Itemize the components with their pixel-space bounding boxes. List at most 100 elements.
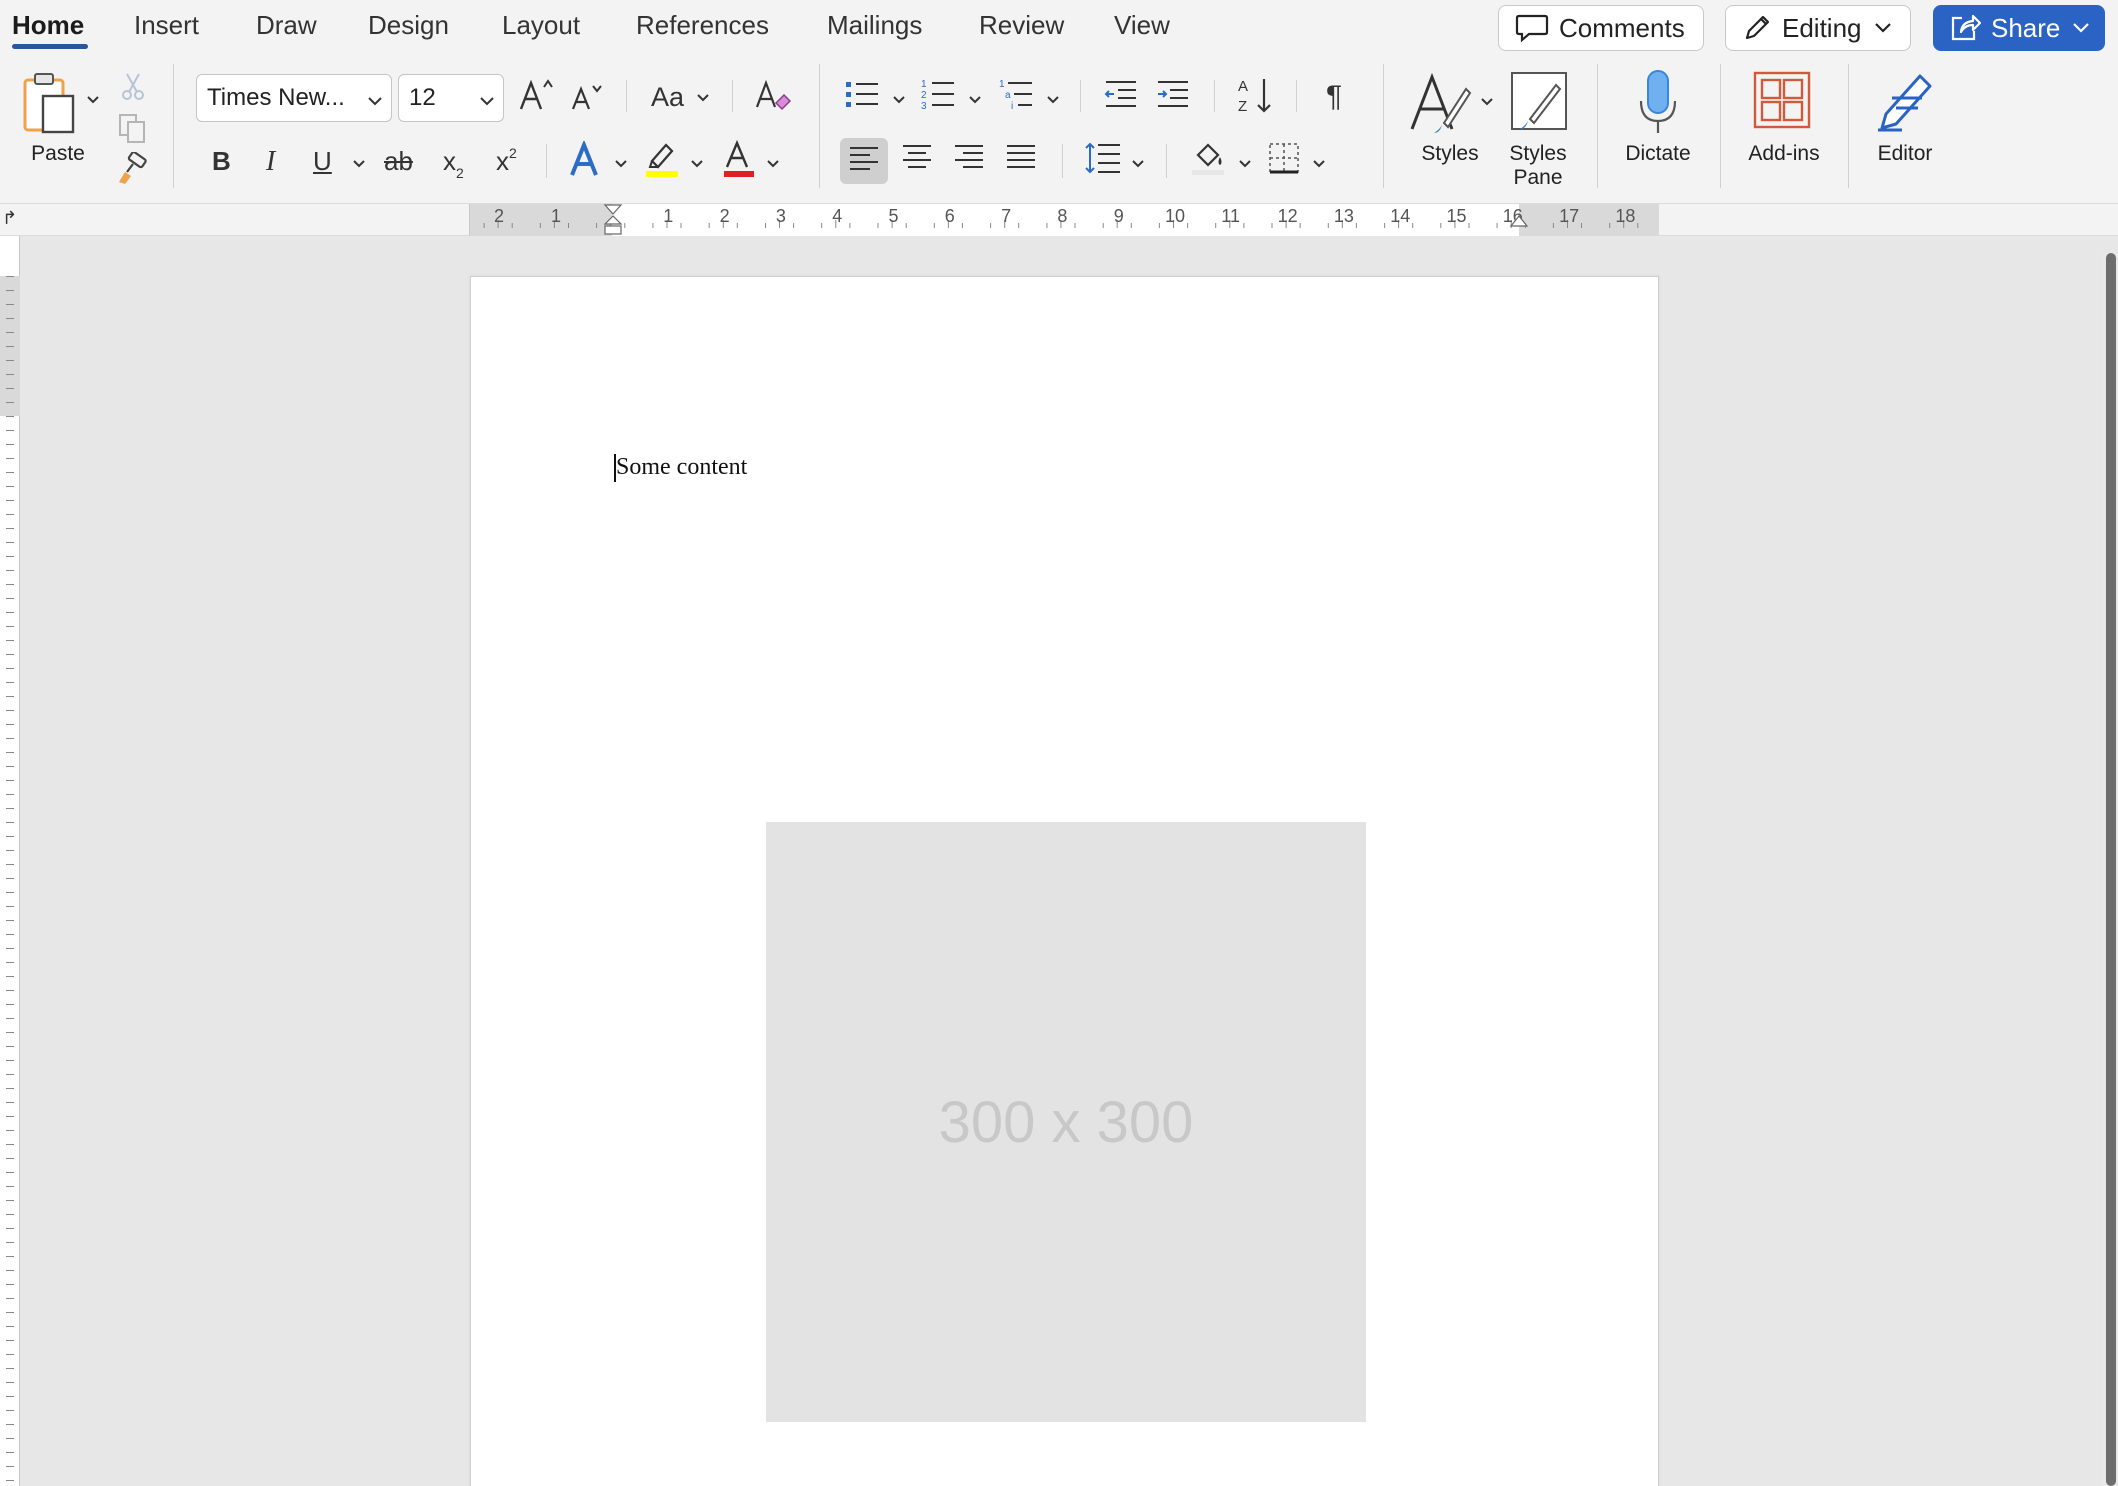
share-button[interactable]: Share — [1933, 5, 2105, 51]
indent-icon — [1156, 79, 1190, 114]
multilevel-list-icon: 1ai — [998, 77, 1034, 116]
text-effects-caret[interactable] — [614, 156, 628, 174]
document-page[interactable]: Some content 300 x 300 — [470, 276, 1659, 1486]
group-separator — [1062, 144, 1063, 178]
ruler-number: 8 — [1057, 206, 1068, 226]
svg-text:1: 1 — [921, 79, 927, 90]
bullets-button[interactable] — [844, 80, 880, 112]
outdent-icon — [1104, 79, 1138, 114]
underline-button[interactable]: U — [313, 146, 332, 177]
svg-text:1: 1 — [999, 79, 1005, 90]
tab-design[interactable]: Design — [368, 10, 449, 41]
align-right-button[interactable] — [952, 142, 986, 176]
underline-caret[interactable] — [352, 156, 366, 174]
bullets-caret[interactable] — [892, 92, 906, 110]
text-effects-button[interactable] — [568, 139, 604, 182]
borders-icon — [1267, 141, 1301, 180]
italic-button[interactable]: I — [266, 146, 275, 178]
styles-pane-button[interactable] — [1508, 70, 1570, 136]
dictate-label: Dictate — [1625, 142, 1691, 165]
highlight-caret[interactable] — [690, 156, 704, 174]
font-size-select[interactable]: 12 — [398, 74, 504, 122]
strikethrough-button[interactable]: ab — [384, 146, 413, 177]
align-center-button[interactable] — [900, 142, 934, 176]
group-separator — [1214, 80, 1215, 112]
clear-formatting-button[interactable] — [754, 78, 792, 116]
add-ins-button[interactable] — [1752, 71, 1812, 132]
change-case-caret[interactable] — [696, 90, 710, 108]
borders-button[interactable] — [1266, 142, 1302, 178]
tab-mailings[interactable]: Mailings — [827, 10, 922, 41]
change-case-button[interactable]: Aa — [651, 82, 684, 113]
image-placeholder[interactable]: 300 x 300 — [766, 822, 1366, 1422]
font-color-caret[interactable] — [766, 156, 780, 174]
numbering-button[interactable]: 123 — [920, 78, 956, 114]
dictate-button[interactable] — [1636, 69, 1680, 138]
line-spacing-button[interactable] — [1084, 142, 1122, 178]
tab-view[interactable]: View — [1114, 10, 1170, 41]
ruler-number: 5 — [888, 206, 899, 226]
vertical-scrollbar-thumb[interactable] — [2106, 253, 2116, 1486]
ruler-number: 14 — [1390, 206, 1411, 226]
styles-gallery-button[interactable] — [1408, 70, 1474, 140]
multilevel-caret[interactable] — [1046, 92, 1060, 110]
superscript-button[interactable]: x2 — [496, 145, 517, 177]
justify-button[interactable] — [1004, 142, 1038, 176]
share-label: Share — [1991, 12, 2061, 43]
ruler-number: 12 — [1277, 206, 1298, 226]
shading-button[interactable] — [1190, 140, 1228, 180]
numbering-caret[interactable] — [968, 92, 982, 110]
align-left-button[interactable] — [840, 138, 888, 184]
format-painter-button[interactable] — [114, 150, 150, 191]
line-spacing-caret[interactable] — [1131, 156, 1145, 174]
comments-button[interactable]: Comments — [1498, 5, 1704, 51]
tab-insert[interactable]: Insert — [134, 10, 199, 41]
styles-pane-icon — [1508, 69, 1570, 138]
editor-button[interactable] — [1872, 70, 1938, 136]
font-size-value: 12 — [409, 84, 436, 111]
sort-button[interactable]: AZ — [1236, 76, 1276, 118]
styles-pane-label-line1: Styles — [1509, 142, 1567, 165]
decrease-indent-button[interactable] — [1104, 80, 1138, 112]
subscript-button[interactable]: x2 — [443, 146, 464, 181]
increase-indent-button[interactable] — [1156, 80, 1190, 112]
ruler-number: 11 — [1221, 206, 1240, 226]
ruler-number: 7 — [1001, 206, 1012, 226]
bullet-list-icon — [844, 79, 880, 114]
tab-review[interactable]: Review — [979, 10, 1064, 41]
show-formatting-marks-button[interactable]: ¶ — [1326, 80, 1342, 114]
bold-button[interactable]: B — [212, 146, 231, 177]
numbered-list-icon: 123 — [920, 77, 956, 116]
tab-draw[interactable]: Draw — [256, 10, 317, 41]
shrink-font-icon — [570, 79, 604, 118]
tab-layout[interactable]: Layout — [502, 10, 580, 41]
editing-mode-button[interactable]: Editing — [1725, 5, 1911, 51]
group-separator — [1080, 80, 1081, 112]
decrease-font-size-button[interactable] — [570, 80, 604, 116]
increase-font-size-button[interactable] — [518, 76, 554, 116]
active-tab-indicator — [12, 44, 88, 49]
styles-caret[interactable] — [1480, 94, 1494, 112]
highlight-color-button[interactable] — [644, 140, 680, 182]
copy-button[interactable] — [116, 113, 148, 146]
shading-caret[interactable] — [1238, 156, 1252, 174]
document-paragraph[interactable]: Some content — [616, 454, 747, 481]
font-name-select[interactable]: Times New... — [196, 74, 392, 122]
tab-references[interactable]: References — [636, 10, 769, 41]
ruler-number: 13 — [1333, 206, 1354, 226]
multilevel-list-button[interactable]: 1ai — [998, 78, 1034, 114]
cut-button[interactable] — [118, 72, 148, 104]
paste-button[interactable] — [20, 72, 82, 138]
tab-home[interactable]: Home — [12, 10, 84, 41]
paintbrush-icon — [115, 150, 149, 191]
borders-caret[interactable] — [1312, 156, 1326, 174]
vertical-ruler[interactable] — [0, 236, 20, 1486]
tab-stop-selector-icon[interactable]: ↱ — [2, 208, 17, 229]
font-color-button[interactable] — [722, 139, 756, 182]
paste-options-caret[interactable] — [86, 92, 100, 110]
group-separator — [1848, 64, 1849, 188]
horizontal-ruler[interactable]: 2 1 1 2 3 4 5 6 7 8 9 10 11 12 13 14 15 16 17 18 — [469, 204, 1659, 236]
ruler-number: 1 — [663, 206, 674, 226]
line-spacing-icon — [1084, 141, 1122, 180]
align-left-icon — [848, 145, 880, 178]
